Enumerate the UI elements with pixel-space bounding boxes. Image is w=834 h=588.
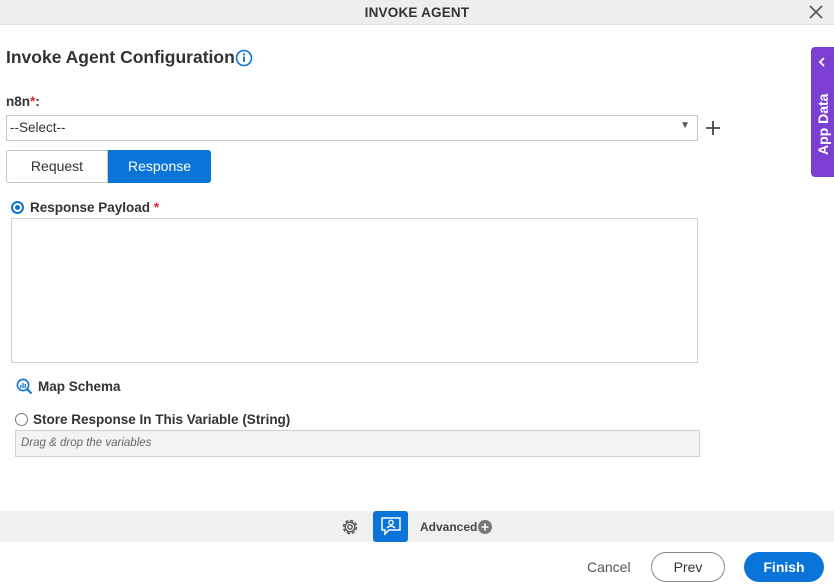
request-response-tabs: Request Response <box>6 150 211 183</box>
n8n-select[interactable]: --Select-- ▼ <box>6 115 698 141</box>
label-suffix: : <box>35 94 40 109</box>
response-message-button[interactable] <box>373 511 408 542</box>
gear-icon[interactable] <box>339 516 361 538</box>
add-icon[interactable] <box>705 120 721 136</box>
finish-button[interactable]: Finish <box>744 552 824 582</box>
plus-circle-icon[interactable] <box>478 520 492 534</box>
tab-request[interactable]: Request <box>6 150 108 183</box>
app-data-panel-toggle[interactable]: App Data <box>811 47 834 177</box>
tab-response[interactable]: Response <box>108 150 211 183</box>
chat-user-icon <box>381 517 401 536</box>
page-title: Invoke Agent Configuration <box>6 47 235 67</box>
response-payload-label-text: Response Payload <box>30 200 151 215</box>
prev-button[interactable]: Prev <box>651 552 725 582</box>
close-icon[interactable] <box>807 3 825 21</box>
response-payload-radio[interactable] <box>11 201 24 214</box>
map-schema-icon[interactable] <box>16 378 33 395</box>
chevron-left-icon <box>818 57 825 67</box>
cancel-button[interactable]: Cancel <box>587 559 631 575</box>
store-variable-radio[interactable] <box>15 413 28 426</box>
info-icon[interactable] <box>235 49 253 67</box>
n8n-label-text: n8n <box>6 94 31 109</box>
required-mark: * <box>153 200 160 215</box>
caret-down-icon: ▼ <box>680 120 690 131</box>
bottom-toolbar: Advanced <box>0 511 834 542</box>
response-payload-textarea[interactable] <box>11 218 698 363</box>
dialog-titlebar: INVOKE AGENT <box>0 0 834 25</box>
n8n-label: n8n*: <box>6 94 40 109</box>
response-payload-label: Response Payload * <box>30 200 159 215</box>
app-data-label: App Data <box>815 93 831 155</box>
n8n-select-value: --Select-- <box>10 120 66 135</box>
store-variable-label: Store Response In This Variable (String) <box>33 412 291 427</box>
map-schema-link[interactable]: Map Schema <box>38 379 121 394</box>
variable-drop-field[interactable]: Drag & drop the variables <box>15 430 700 457</box>
advanced-label[interactable]: Advanced <box>420 520 477 534</box>
dialog-title: INVOKE AGENT <box>364 5 470 20</box>
